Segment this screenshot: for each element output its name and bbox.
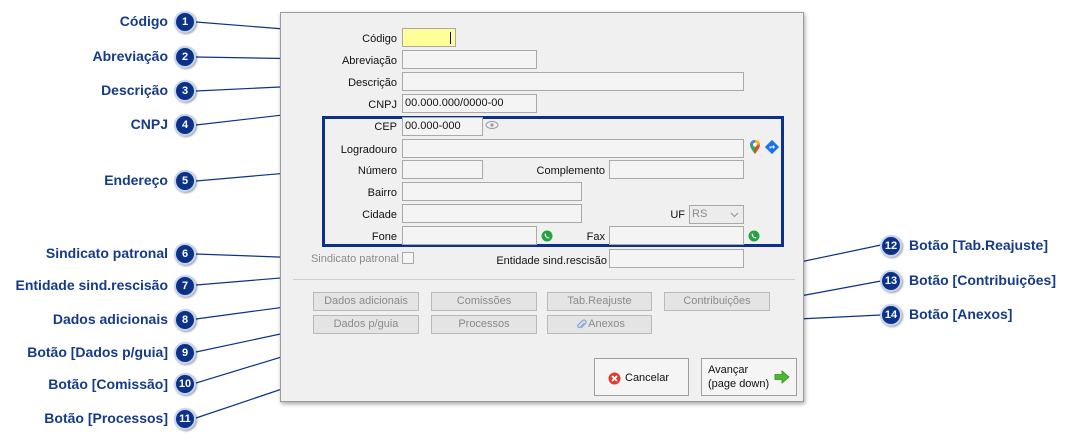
dados-adicionais-button[interactable]: Dados adicionais (313, 292, 419, 311)
callout-label-9: Botão [Dados p/guia] (27, 344, 168, 360)
callout-badge-4: 4 (174, 114, 196, 136)
directions-icon[interactable] (765, 140, 779, 154)
callout-badge-13: 13 (880, 270, 902, 292)
callout-label-7: Entidade sind.rescisão (15, 277, 169, 293)
logradouro-field[interactable] (402, 139, 744, 158)
separator (293, 279, 795, 280)
uf-label: UF (670, 209, 685, 221)
chevron-down-icon (730, 212, 739, 218)
cep-label: CEP (374, 121, 397, 133)
avancar-button[interactable]: Avançar (page down) (701, 358, 797, 396)
codigo-field[interactable] (402, 28, 456, 47)
comissoes-button[interactable]: Comissões (431, 292, 537, 311)
callout-badge-3: 3 (174, 80, 196, 102)
fone-field[interactable] (402, 226, 537, 245)
callout-label-12: Botão [Tab.Reajuste] (909, 237, 1048, 253)
callout-label-11: Botão [Processos] (44, 410, 168, 426)
dialog-window: Código Abreviação Descrição CNPJ 00.000.… (280, 12, 804, 402)
numero-label: Número (357, 165, 397, 177)
eye-icon[interactable] (485, 120, 499, 130)
numero-field[interactable] (402, 160, 483, 179)
callout-label-5: Endereço (104, 172, 168, 188)
callout-badge-1: 1 (174, 11, 196, 33)
abreviacao-label: Abreviação (341, 55, 397, 67)
callout-badge-14: 14 (880, 304, 902, 326)
cidade-label: Cidade (362, 209, 397, 221)
callout-badge-7: 7 (174, 275, 196, 297)
cep-field[interactable]: 00.000-000 (402, 117, 483, 136)
callout-label-14: Botão [Anexos] (909, 306, 1013, 322)
dados-guia-button[interactable]: Dados p/guia (313, 315, 419, 334)
fax-label: Fax (586, 231, 605, 243)
paperclip-icon (577, 319, 587, 329)
anexos-label: Anexos (588, 318, 625, 330)
callout-label-13: Botão [Contribuições] (909, 272, 1056, 288)
contribuicoes-button[interactable]: Contribuições (664, 292, 770, 311)
callout-label-2: Abreviação (92, 48, 168, 64)
callout-badge-6: 6 (174, 243, 196, 265)
avancar-shortcut-label: (page down) (708, 378, 770, 390)
callout-label-3: Descrição (101, 82, 168, 98)
whatsapp-icon[interactable] (541, 230, 553, 242)
callout-badge-8: 8 (174, 309, 196, 331)
callout-label-1: Código (119, 13, 168, 29)
avancar-label: Avançar (708, 364, 749, 376)
sindicato-patronal-label: Sindicato patronal (310, 253, 399, 265)
bairro-label: Bairro (367, 187, 397, 199)
logradouro-label: Logradouro (340, 144, 397, 156)
callout-badge-5: 5 (174, 170, 196, 192)
bairro-field[interactable] (402, 182, 582, 201)
entidade-label: Entidade sind.rescisão (496, 255, 607, 267)
callout-badge-2: 2 (174, 46, 196, 68)
descricao-field[interactable] (402, 72, 744, 91)
map-pin-icon[interactable] (749, 139, 761, 155)
fax-field[interactable] (609, 226, 744, 245)
cancelar-button[interactable]: Cancelar (594, 358, 689, 396)
callout-label-8: Dados adicionais (52, 311, 168, 327)
cnpj-label: CNPJ (368, 99, 397, 111)
callout-badge-9: 9 (174, 342, 196, 364)
processos-button[interactable]: Processos (431, 315, 537, 334)
cnpj-field[interactable]: 00.000.000/0000-00 (402, 94, 537, 113)
uf-value: RS (692, 208, 708, 220)
callout-label-4: CNPJ (130, 116, 168, 132)
callout-badge-12: 12 (880, 235, 902, 257)
callout-label-10: Botão [Comissão] (48, 376, 168, 392)
descricao-label: Descrição (348, 77, 397, 89)
anexos-button[interactable]: Anexos (547, 315, 652, 334)
fone-label: Fone (371, 231, 397, 243)
uf-select[interactable]: RS (689, 205, 744, 224)
entidade-field[interactable] (609, 249, 744, 268)
callout-badge-10: 10 (174, 373, 196, 395)
cidade-field[interactable] (402, 204, 582, 223)
complemento-field[interactable] (609, 160, 744, 179)
whatsapp-icon[interactable] (748, 230, 760, 242)
cancelar-label: Cancelar (625, 372, 670, 384)
callout-badge-11: 11 (174, 408, 196, 430)
sindicato-patronal-checkbox[interactable] (402, 252, 414, 264)
callout-label-6: Sindicato patronal (45, 245, 168, 261)
abreviacao-field[interactable] (402, 50, 537, 69)
tab-reajuste-button[interactable]: Tab.Reajuste (547, 292, 652, 311)
cancel-icon (608, 372, 621, 385)
arrow-right-icon (774, 370, 790, 384)
complemento-label: Complemento (536, 165, 605, 177)
codigo-label: Código (362, 33, 397, 45)
